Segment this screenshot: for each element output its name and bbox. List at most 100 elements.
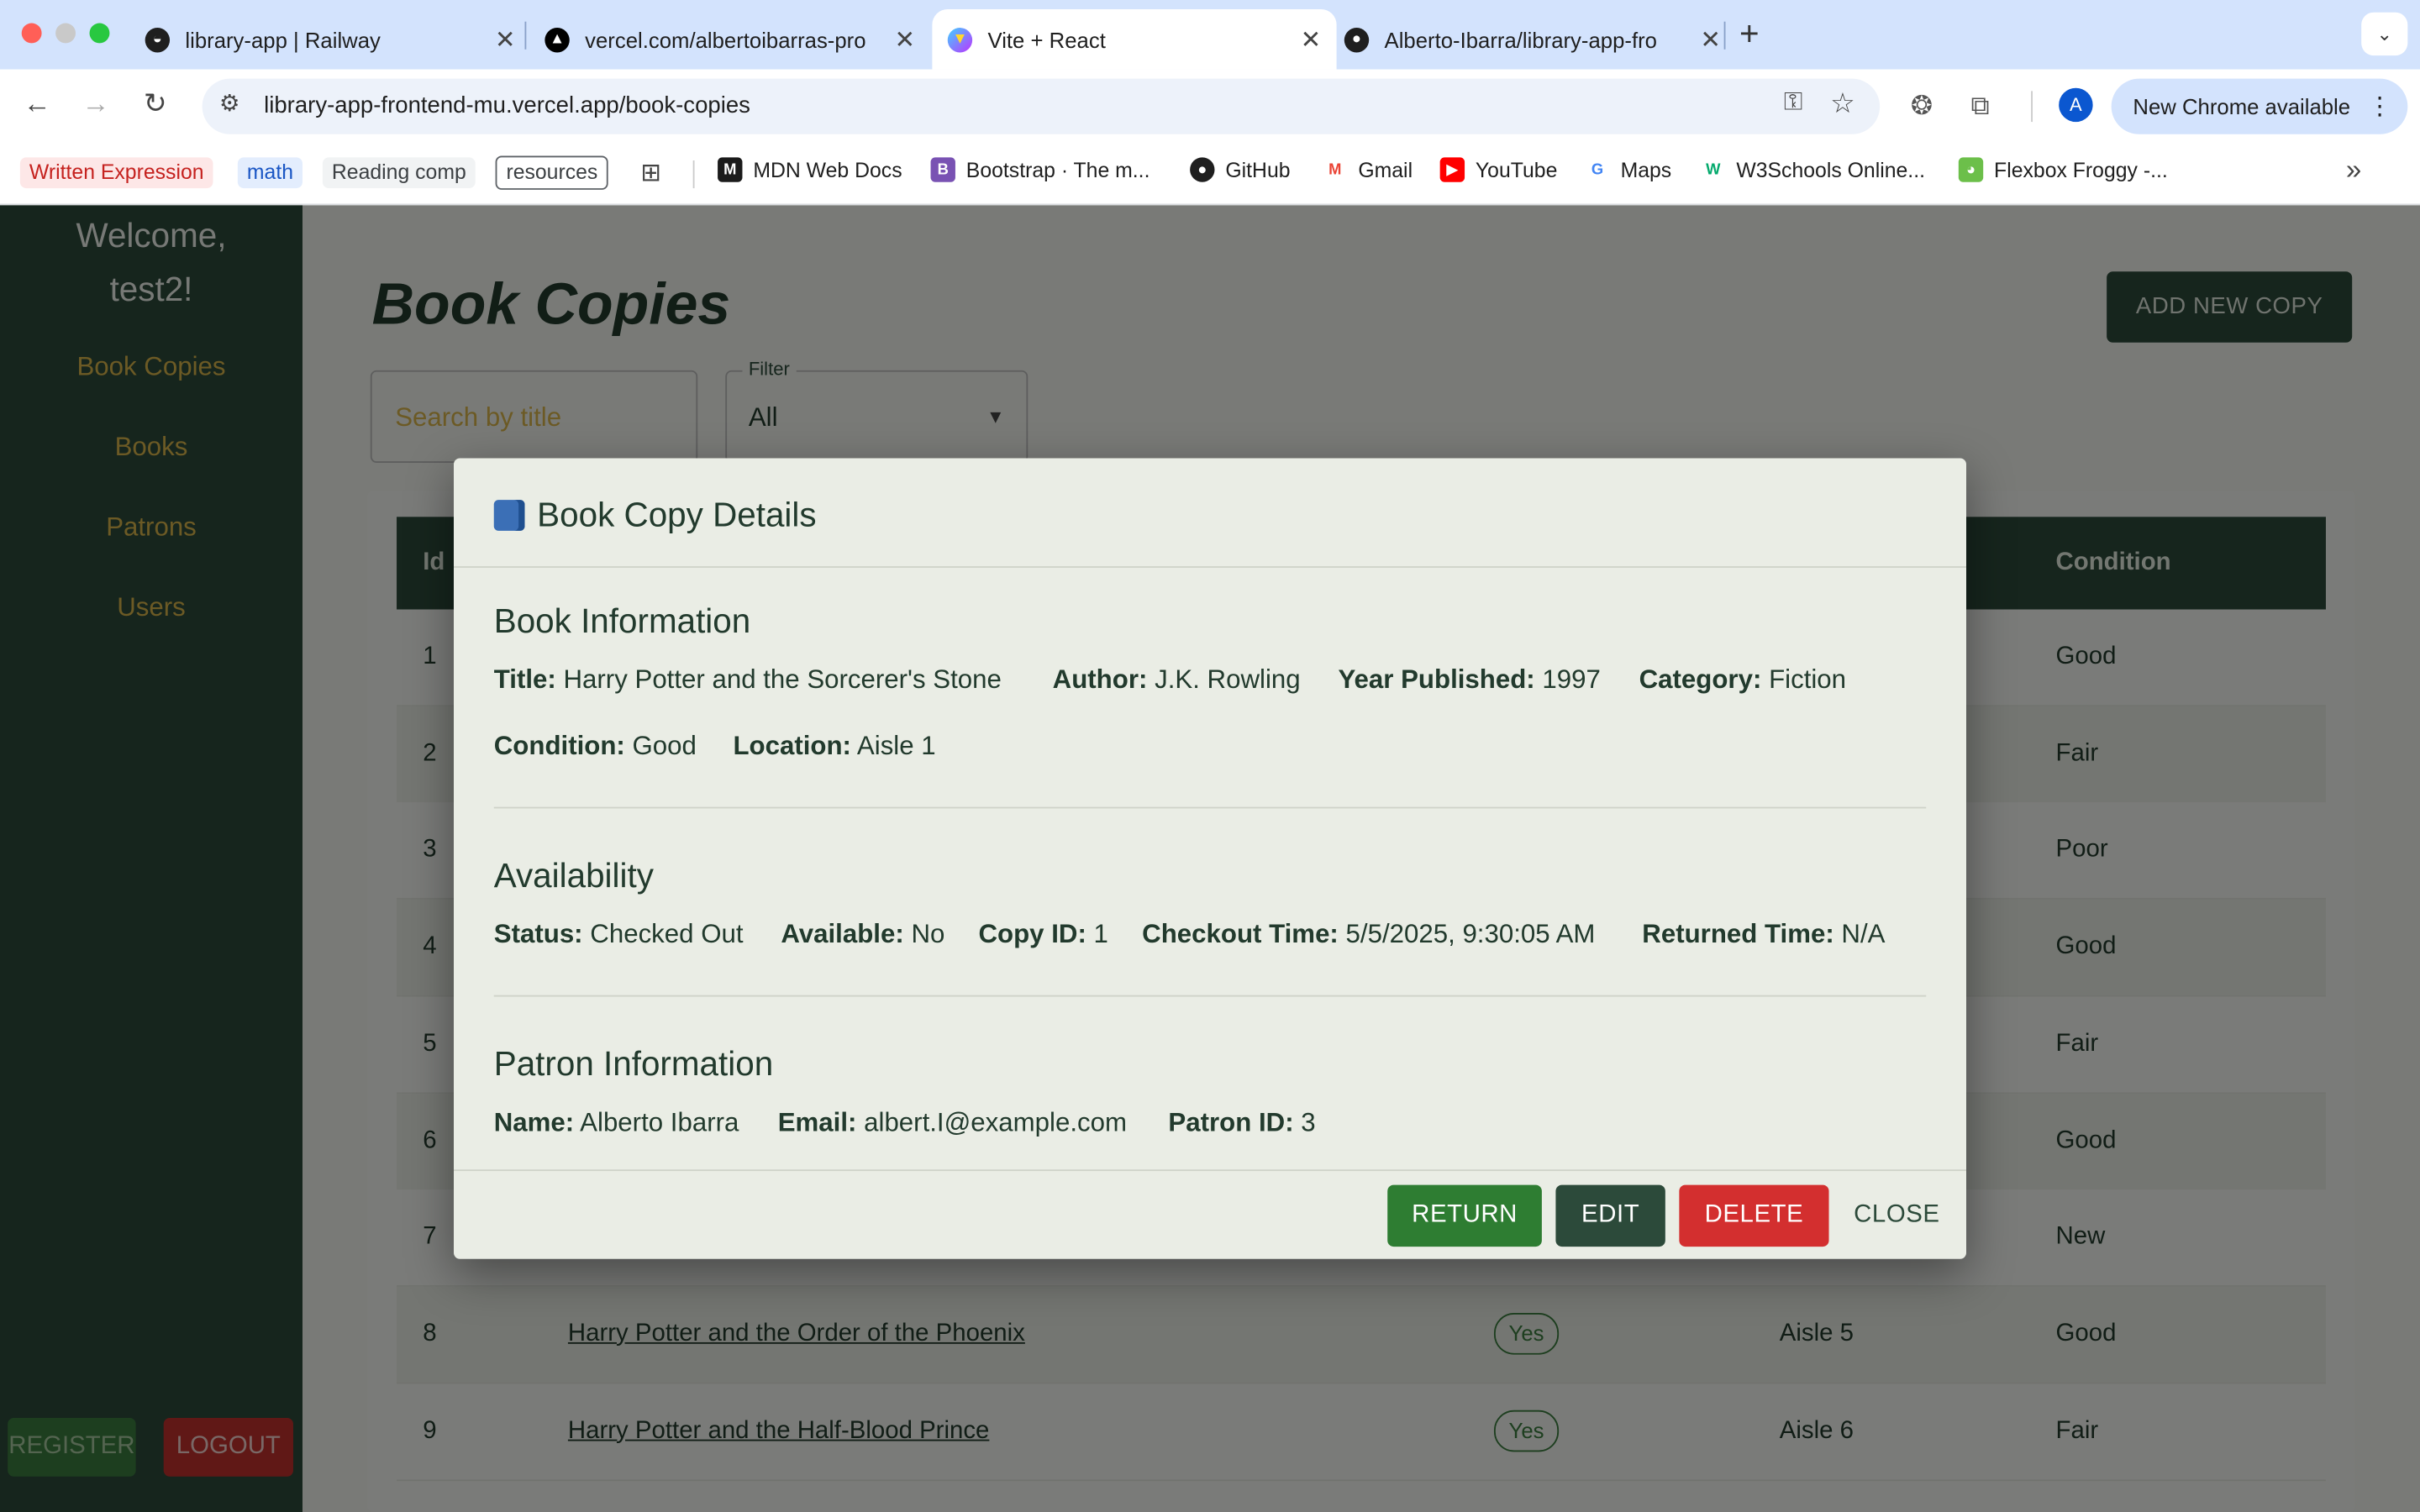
bookmark-label: W3Schools Online... <box>1736 158 1925 181</box>
bookmark-label: MDN Web Docs <box>753 158 902 181</box>
availability-heading: Availability <box>493 856 654 895</box>
toolbar-divider <box>2031 91 2033 123</box>
checkout-time-field: Checkout Time: 5/5/2025, 9:30:05 AM <box>1142 920 1595 951</box>
field-value: Aisle 1 <box>856 731 936 761</box>
actions-divider <box>454 1169 1967 1172</box>
bookmark-github[interactable]: ● GitHub <box>1190 157 1291 182</box>
copy-id-field: Copy ID: 1 <box>978 920 1107 951</box>
bookmarks-bar: Written Expression math Reading comp res… <box>0 143 2420 206</box>
location-field: Location: Aisle 1 <box>733 732 935 763</box>
bookmark-label: Bootstrap · The m... <box>965 158 1150 181</box>
github-icon: ● <box>1344 27 1370 52</box>
railway-icon: ◒ <box>145 27 171 52</box>
password-key-icon[interactable]: ⚿ <box>1784 90 1802 118</box>
tab-title: Vite + React <box>987 27 1106 52</box>
address-bar[interactable]: ⚙ library-app-frontend-mu.vercel.app/boo… <box>202 78 1881 134</box>
category-field: Category: Fiction <box>1639 665 1846 696</box>
patron-information-heading: Patron Information <box>493 1044 774 1084</box>
new-tab-button[interactable]: + <box>1739 14 1760 55</box>
bookmark-star-icon[interactable]: ☆ <box>1830 88 1855 121</box>
field-value: N/A <box>1841 919 1886 949</box>
section-divider <box>493 995 1927 997</box>
apps-grid-icon[interactable]: ⊞ <box>640 157 661 188</box>
book-title-field: Title: Harry Potter and the Sorcerer's S… <box>494 665 1002 696</box>
close-tab-icon[interactable]: ✕ <box>895 24 916 55</box>
patron-email-field: Email: albert.I@example.com <box>778 1108 1127 1139</box>
field-label: Patron ID: <box>1168 1107 1294 1137</box>
bookmark-bootstrap[interactable]: B Bootstrap · The m... <box>930 157 1150 182</box>
bookmark-mdn[interactable]: M MDN Web Docs <box>718 157 902 182</box>
tab-vite-react[interactable]: ▼ Vite + React ✕ <box>932 9 1337 70</box>
tab-title: library-app | Railway <box>185 27 381 52</box>
bookmark-maps[interactable]: G Maps <box>1585 157 1671 182</box>
bookmark-chip-reading-comp[interactable]: Reading comp <box>322 157 476 189</box>
reload-icon[interactable]: ↻ <box>144 88 167 121</box>
tab-vercel[interactable]: ▲ vercel.com/albertoibarras-pro ✕ <box>529 9 931 70</box>
field-label: Title: <box>493 664 556 695</box>
close-button[interactable]: CLOSE <box>1843 1185 1951 1247</box>
tab-github[interactable]: ● Alberto-Ibarra/library-app-fro ✕ <box>1328 9 1736 70</box>
close-tab-icon[interactable]: ✕ <box>495 24 516 55</box>
bookmark-chip-resources[interactable]: resources <box>495 155 609 190</box>
field-value: Harry Potter and the Sorcerer's Stone <box>563 664 1002 695</box>
github-icon: ● <box>1190 157 1215 182</box>
browser-toolbar: ← → ↻ ⚙ library-app-frontend-mu.vercel.a… <box>0 69 2420 144</box>
field-label: Location: <box>733 731 851 761</box>
tab-search-chevron-icon[interactable]: ⌄ <box>2361 12 2408 56</box>
field-label: Copy ID: <box>978 919 1086 949</box>
mdn-icon: M <box>718 157 743 182</box>
field-value: Good <box>632 731 697 761</box>
profile-avatar[interactable]: A <box>2059 87 2093 123</box>
vite-icon: ▼ <box>947 27 973 52</box>
field-value: 1 <box>1093 919 1108 949</box>
close-tab-icon[interactable]: ✕ <box>1301 24 1322 55</box>
w3schools-icon: W <box>1701 157 1726 182</box>
bookmarks-divider <box>692 160 695 189</box>
bookmark-youtube[interactable]: ▶ YouTube <box>1439 157 1557 182</box>
book-copy-details-dialog: Book Copy Details Book Information Title… <box>454 458 1967 1259</box>
google-icon: G <box>1585 157 1610 182</box>
youtube-icon: ▶ <box>1439 157 1465 182</box>
minimize-window-button[interactable] <box>55 23 76 44</box>
field-label: Checkout Time: <box>1142 919 1339 949</box>
bookmark-flexbox-froggy[interactable]: ◕ Flexbox Froggy -... <box>1958 157 2168 182</box>
bookmark-label: GitHub <box>1225 158 1291 181</box>
kebab-menu-icon[interactable]: ⋮ <box>2368 91 2392 122</box>
new-chrome-available-button[interactable]: New Chrome available ⋮ <box>2111 78 2408 134</box>
close-window-button[interactable] <box>21 23 42 44</box>
field-label: Condition: <box>493 731 625 761</box>
return-button[interactable]: RETURN <box>1387 1184 1542 1247</box>
field-label: Status: <box>493 919 583 949</box>
close-tab-icon[interactable]: ✕ <box>1700 24 1721 55</box>
bookmark-chip-written-expression[interactable]: Written Expression <box>19 157 213 189</box>
field-value: 1997 <box>1542 664 1601 695</box>
bookmark-w3schools[interactable]: W W3Schools Online... <box>1701 157 1925 182</box>
extension-icon[interactable]: ❂ <box>1911 91 1933 122</box>
maximize-window-button[interactable] <box>89 23 110 44</box>
field-value: 5/5/2025, 9:30:05 AM <box>1345 919 1596 949</box>
status-field: Status: Checked Out <box>494 920 744 951</box>
tab-title: Alberto-Ibarra/library-app-fro <box>1384 27 1657 52</box>
tab-title: vercel.com/albertoibarras-pro <box>585 27 866 52</box>
condition-field: Condition: Good <box>494 732 697 763</box>
patron-name-field: Name: Alberto Ibarra <box>494 1108 739 1139</box>
field-label: Name: <box>493 1107 575 1137</box>
year-published-field: Year Published: 1997 <box>1338 665 1600 696</box>
site-info-icon[interactable]: ⚙ <box>219 90 240 117</box>
bookmark-chip-math[interactable]: math <box>237 157 303 189</box>
tab-railway[interactable]: ◒ library-app | Railway ✕ <box>129 9 531 70</box>
back-arrow-icon[interactable]: ← <box>24 88 51 121</box>
forward-arrow-icon[interactable]: → <box>82 88 109 121</box>
more-bookmarks-icon[interactable]: » <box>2346 155 2361 187</box>
field-label: Year Published: <box>1338 664 1535 695</box>
edit-button[interactable]: EDIT <box>1555 1184 1665 1247</box>
book-icon <box>493 500 525 531</box>
bookmark-label: Gmail <box>1358 158 1413 181</box>
browser-tab-strip: ◒ library-app | Railway ✕ ▲ vercel.com/a… <box>0 0 2420 70</box>
field-label: Available: <box>781 919 904 949</box>
delete-button[interactable]: DELETE <box>1679 1184 1829 1247</box>
bookmark-gmail[interactable]: M Gmail <box>1323 157 1413 182</box>
frog-icon: ◕ <box>1958 157 1984 182</box>
field-value: Alberto Ibarra <box>580 1107 739 1137</box>
extensions-puzzle-icon[interactable]: ⧉ <box>1971 91 1990 122</box>
